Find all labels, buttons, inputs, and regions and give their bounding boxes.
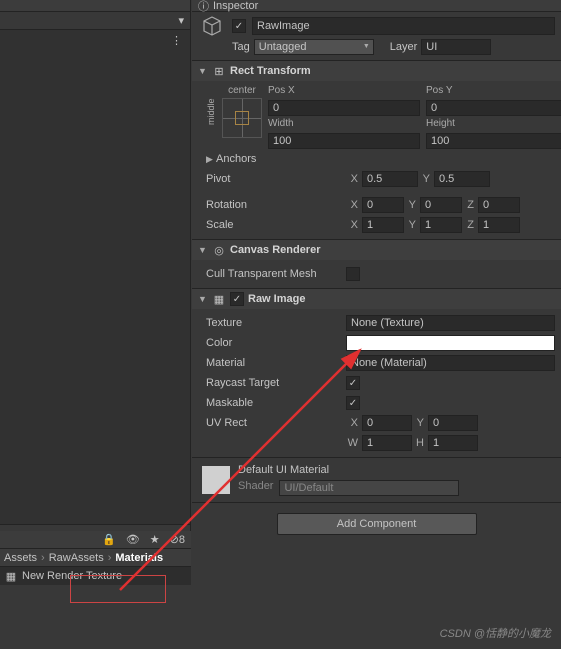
canvas-renderer-header[interactable]: ▼ ◎ Canvas Renderer bbox=[192, 240, 561, 260]
add-component-button[interactable]: Add Component bbox=[277, 513, 477, 535]
raw-image-icon: ▦ bbox=[212, 292, 226, 306]
cull-label: Cull Transparent Mesh bbox=[206, 268, 346, 280]
posx-field[interactable] bbox=[268, 100, 420, 116]
lock-icon[interactable]: 🔒 bbox=[102, 533, 116, 546]
chevron-right-icon: › bbox=[41, 552, 45, 564]
material-preview-icon bbox=[202, 466, 230, 494]
breadcrumb-item[interactable]: Materials bbox=[115, 552, 163, 564]
posy-field[interactable] bbox=[426, 100, 561, 116]
rot-x-field[interactable] bbox=[362, 197, 404, 213]
uv-y-field[interactable] bbox=[428, 415, 478, 431]
maskable-checkbox[interactable] bbox=[346, 396, 360, 410]
hidden-count: ⊘8 bbox=[170, 533, 185, 546]
hierarchy-toolbar: ▾ bbox=[0, 12, 190, 30]
scale-x-field[interactable] bbox=[362, 217, 404, 233]
color-label: Color bbox=[206, 337, 346, 349]
canvas-renderer-icon: ◎ bbox=[212, 243, 226, 257]
layer-label: Layer bbox=[390, 41, 418, 53]
dropdown-icon[interactable]: ▾ bbox=[178, 14, 184, 27]
menu-icon[interactable]: ⋮ bbox=[171, 34, 182, 47]
scale-label: Scale bbox=[206, 219, 346, 231]
render-texture-icon: ▦ bbox=[4, 569, 18, 583]
texture-label: Texture bbox=[206, 317, 346, 329]
tag-label: Tag bbox=[232, 41, 250, 53]
cull-checkbox[interactable] bbox=[346, 267, 360, 281]
breadcrumb-item[interactable]: RawAssets bbox=[49, 552, 104, 564]
uvrect-label: UV Rect bbox=[206, 417, 346, 429]
posy-label: Pos Y bbox=[426, 85, 561, 98]
foldout-icon: ▼ bbox=[198, 294, 208, 304]
width-label: Width bbox=[268, 118, 420, 131]
rot-y-field[interactable] bbox=[420, 197, 462, 213]
pivot-x-field[interactable] bbox=[362, 171, 418, 187]
anchor-preset-button[interactable] bbox=[222, 98, 262, 138]
annotation-drop-target bbox=[70, 575, 166, 603]
width-field[interactable] bbox=[268, 133, 420, 149]
breadcrumb: Assets › RawAssets › Materials bbox=[0, 549, 191, 567]
tag-dropdown[interactable]: Untagged bbox=[254, 39, 374, 55]
anchor-horiz-label: center bbox=[222, 85, 262, 96]
height-field[interactable] bbox=[426, 133, 561, 149]
height-label: Height bbox=[426, 118, 561, 131]
breadcrumb-item[interactable]: Assets bbox=[4, 552, 37, 564]
material-field[interactable]: None (Material) bbox=[346, 355, 555, 371]
chevron-right-icon: › bbox=[108, 552, 112, 564]
rot-z-field[interactable] bbox=[478, 197, 520, 213]
maskable-label: Maskable bbox=[206, 397, 346, 409]
raycast-label: Raycast Target bbox=[206, 377, 346, 389]
uv-x-field[interactable] bbox=[362, 415, 412, 431]
uv-w-field[interactable] bbox=[362, 435, 412, 451]
scale-y-field[interactable] bbox=[420, 217, 462, 233]
foldout-icon[interactable]: ▶ bbox=[206, 154, 216, 165]
posx-label: Pos X bbox=[268, 85, 420, 98]
scale-z-field[interactable] bbox=[478, 217, 520, 233]
hierarchy-header bbox=[0, 0, 190, 12]
project-toolbar: 🔒 👁 ★ ⊘8 bbox=[0, 531, 191, 549]
layer-dropdown[interactable]: UI bbox=[421, 39, 491, 55]
active-checkbox[interactable] bbox=[232, 19, 246, 33]
default-material-row[interactable]: Default UI Material Shader UI/Default bbox=[192, 458, 561, 502]
rotation-label: Rotation bbox=[206, 199, 346, 211]
favorite-icon[interactable]: ★ bbox=[150, 533, 160, 546]
gameobject-name-field[interactable] bbox=[252, 17, 555, 35]
material-name: Default UI Material bbox=[238, 464, 459, 476]
texture-field[interactable]: None (Texture) bbox=[346, 315, 555, 331]
anchors-label: Anchors bbox=[216, 153, 256, 165]
uv-h-field[interactable] bbox=[428, 435, 478, 451]
gameobject-icon[interactable] bbox=[198, 12, 226, 40]
hierarchy-empty-area: ⋮ bbox=[0, 30, 190, 525]
raycast-checkbox[interactable] bbox=[346, 376, 360, 390]
watermark: CSDN @恬静的小魔龙 bbox=[440, 625, 551, 641]
pivot-y-field[interactable] bbox=[434, 171, 490, 187]
foldout-icon: ▼ bbox=[198, 66, 208, 76]
shader-dropdown[interactable]: UI/Default bbox=[279, 480, 459, 496]
foldout-icon: ▼ bbox=[198, 245, 208, 255]
inspector-tab[interactable]: ⓘ Inspector bbox=[192, 0, 561, 12]
pivot-label: Pivot bbox=[206, 173, 346, 185]
material-label: Material bbox=[206, 357, 346, 369]
rect-transform-header[interactable]: ▼ ⊞ Rect Transform bbox=[192, 61, 561, 81]
rect-transform-icon: ⊞ bbox=[212, 64, 226, 78]
color-field[interactable] bbox=[346, 335, 555, 351]
anchor-vert-label: middle bbox=[206, 85, 216, 125]
raw-image-enabled-checkbox[interactable] bbox=[230, 292, 244, 306]
raw-image-header[interactable]: ▼ ▦ Raw Image bbox=[192, 289, 561, 309]
shader-label: Shader bbox=[238, 480, 273, 496]
visibility-icon[interactable]: 👁 bbox=[126, 533, 140, 546]
